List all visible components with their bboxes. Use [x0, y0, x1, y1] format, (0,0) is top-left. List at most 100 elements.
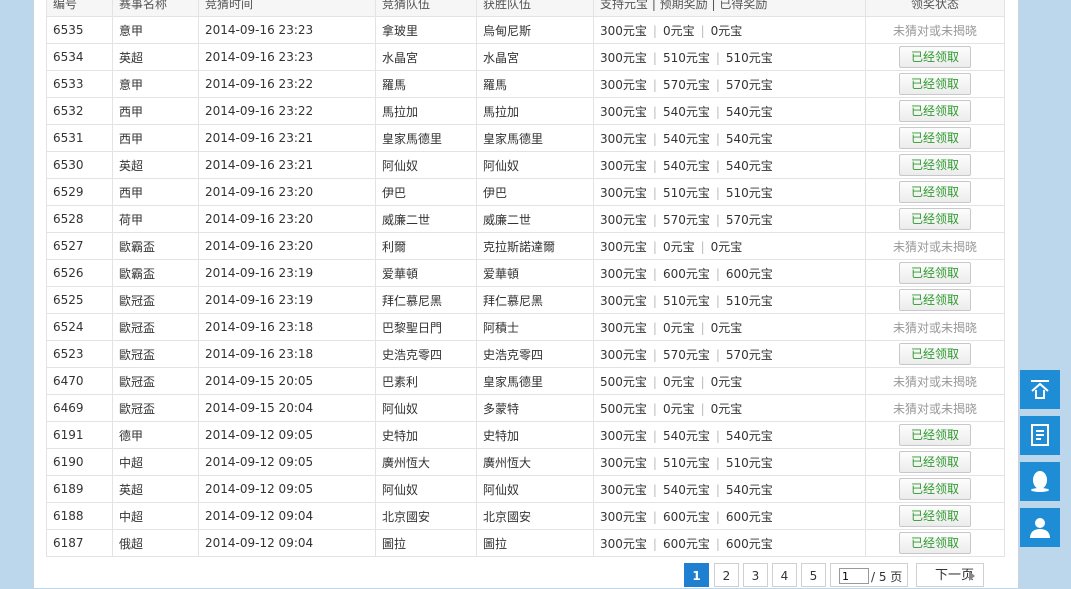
- stake-amount: 300元宝: [600, 266, 647, 281]
- cell-winner: 克拉斯諾達爾: [476, 232, 594, 260]
- status-text: 未猜对或未揭晓: [892, 374, 977, 389]
- cell-status: 未猜对或未揭晓: [865, 367, 1005, 395]
- cell-amounts: 300元宝 | 510元宝 | 510元宝: [593, 178, 866, 206]
- cell-status: 已经领取: [865, 475, 1005, 503]
- cell-amounts: 300元宝 | 540元宝 | 540元宝: [593, 475, 866, 503]
- cell-status: 已经领取: [865, 448, 1005, 476]
- cell-league: 中超: [112, 448, 199, 476]
- cell-team: 拿玻里: [375, 16, 477, 44]
- page-5-button[interactable]: 5: [801, 563, 826, 587]
- cell-amounts: 300元宝 | 0元宝 | 0元宝: [593, 232, 866, 260]
- cell-league: 中超: [112, 502, 199, 530]
- cell-amounts: 300元宝 | 570元宝 | 570元宝: [593, 340, 866, 368]
- cell-id: 6528: [46, 205, 113, 233]
- cell-time: 2014-09-12 09:05: [198, 448, 376, 476]
- claimed-button[interactable]: 已经领取: [899, 154, 971, 176]
- cell-id: 6191: [46, 421, 113, 449]
- table-row: 6188 中超 2014-09-12 09:04 北京國安 北京國安 300元宝 | 600元…: [46, 502, 1005, 530]
- amount-divider: |: [652, 293, 657, 308]
- amount-divider: |: [652, 482, 657, 497]
- claimed-button[interactable]: 已经领取: [899, 289, 971, 311]
- claimed-button[interactable]: 已经领取: [899, 46, 971, 68]
- expected-amount: 570元宝: [662, 347, 710, 362]
- cell-league: 英超: [112, 475, 199, 503]
- claimed-button[interactable]: 已经领取: [899, 127, 971, 149]
- claimed-button[interactable]: 已经领取: [899, 100, 971, 122]
- cell-id: 6190: [46, 448, 113, 476]
- amount-divider: |: [652, 23, 657, 38]
- expected-amount: 510元宝: [662, 185, 710, 200]
- stake-amount: 300元宝: [600, 293, 647, 308]
- expected-amount: 540元宝: [662, 428, 710, 443]
- cell-team: 廣州恆大: [375, 448, 477, 476]
- stake-amount: 300元宝: [600, 509, 647, 524]
- cell-time: 2014-09-16 23:21: [198, 124, 376, 152]
- amount-divider: |: [652, 104, 657, 119]
- cell-status: 已经领取: [865, 421, 1005, 449]
- page-1-button[interactable]: 1: [684, 563, 709, 587]
- qq-button[interactable]: [1020, 462, 1060, 501]
- cell-time: 2014-09-16 23:22: [198, 70, 376, 98]
- cell-team: 北京國安: [375, 502, 477, 530]
- expected-amount: 0元宝: [662, 23, 695, 38]
- claimed-button[interactable]: 已经领取: [899, 181, 971, 203]
- table-row: 6526 歐霸盃 2014-09-16 23:19 爱華頓 爱華頓 300元宝 | 600元宝…: [46, 259, 1005, 287]
- cell-league: 歐冠盃: [112, 313, 199, 341]
- page-3-button[interactable]: 3: [743, 563, 768, 587]
- back-to-top-button[interactable]: [1020, 370, 1060, 409]
- cell-team: 皇家馬德里: [375, 124, 477, 152]
- expected-amount: 540元宝: [662, 131, 710, 146]
- page-4-button[interactable]: 4: [772, 563, 797, 587]
- amount-divider: |: [715, 50, 720, 65]
- earned-amount: 510元宝: [725, 455, 773, 470]
- stake-amount: 300元宝: [600, 185, 647, 200]
- table-row: 6187 俄超 2014-09-12 09:04 圖拉 圖拉 300元宝 | 600元宝 | 60…: [46, 529, 1005, 557]
- earned-amount: 570元宝: [725, 212, 773, 227]
- status-text: 未猜对或未揭晓: [892, 239, 977, 254]
- claimed-button[interactable]: 已经领取: [899, 532, 971, 554]
- cell-status: 已经领取: [865, 124, 1005, 152]
- cell-amounts: 300元宝 | 540元宝 | 540元宝: [593, 124, 866, 152]
- cell-team: 伊巴: [375, 178, 477, 206]
- amount-divider: |: [652, 320, 657, 335]
- cell-id: 6527: [46, 232, 113, 260]
- claimed-button[interactable]: 已经领取: [899, 505, 971, 527]
- expected-amount: 0元宝: [662, 401, 695, 416]
- cell-status: 未猜对或未揭晓: [865, 394, 1005, 422]
- cell-status: 已经领取: [865, 259, 1005, 287]
- cell-league: 歐冠盃: [112, 394, 199, 422]
- page-jump-input[interactable]: [839, 568, 869, 584]
- customer-service-button[interactable]: [1020, 508, 1060, 547]
- cell-id: 6469: [46, 394, 113, 422]
- cell-winner: 皇家馬德里: [476, 367, 594, 395]
- claimed-button[interactable]: 已经领取: [899, 451, 971, 473]
- page-2-button[interactable]: 2: [714, 563, 739, 587]
- stake-amount: 500元宝: [600, 374, 647, 389]
- amount-divider: |: [652, 374, 657, 389]
- cell-league: 西甲: [112, 124, 199, 152]
- customer-service-icon: [1030, 518, 1050, 538]
- next-page-button[interactable]: 下一页: [916, 563, 984, 587]
- cell-team: 水晶宮: [375, 43, 477, 71]
- cell-league: 俄超: [112, 529, 199, 557]
- cell-team: 利爾: [375, 232, 477, 260]
- notes-button[interactable]: [1020, 416, 1060, 455]
- earned-amount: 0元宝: [710, 320, 743, 335]
- claimed-button[interactable]: 已经领取: [899, 343, 971, 365]
- cell-winner: 圖拉: [476, 529, 594, 557]
- amount-divider: |: [715, 104, 720, 119]
- claimed-button[interactable]: 已经领取: [899, 262, 971, 284]
- cell-winner: 威廉二世: [476, 205, 594, 233]
- earned-amount: 510元宝: [725, 293, 773, 308]
- claimed-button[interactable]: 已经领取: [899, 73, 971, 95]
- cell-time: 2014-09-16 23:23: [198, 43, 376, 71]
- claimed-button[interactable]: 已经领取: [899, 208, 971, 230]
- claimed-button[interactable]: 已经领取: [899, 424, 971, 446]
- cell-league: 歐冠盃: [112, 286, 199, 314]
- cell-winner: 史特加: [476, 421, 594, 449]
- claimed-button[interactable]: 已经领取: [899, 478, 971, 500]
- table-row: 6525 歐冠盃 2014-09-16 23:19 拜仁慕尼黑 拜仁慕尼黑 300元宝 | 5…: [46, 286, 1005, 314]
- stake-amount: 300元宝: [600, 428, 647, 443]
- stake-amount: 300元宝: [600, 536, 647, 551]
- amount-divider: |: [715, 131, 720, 146]
